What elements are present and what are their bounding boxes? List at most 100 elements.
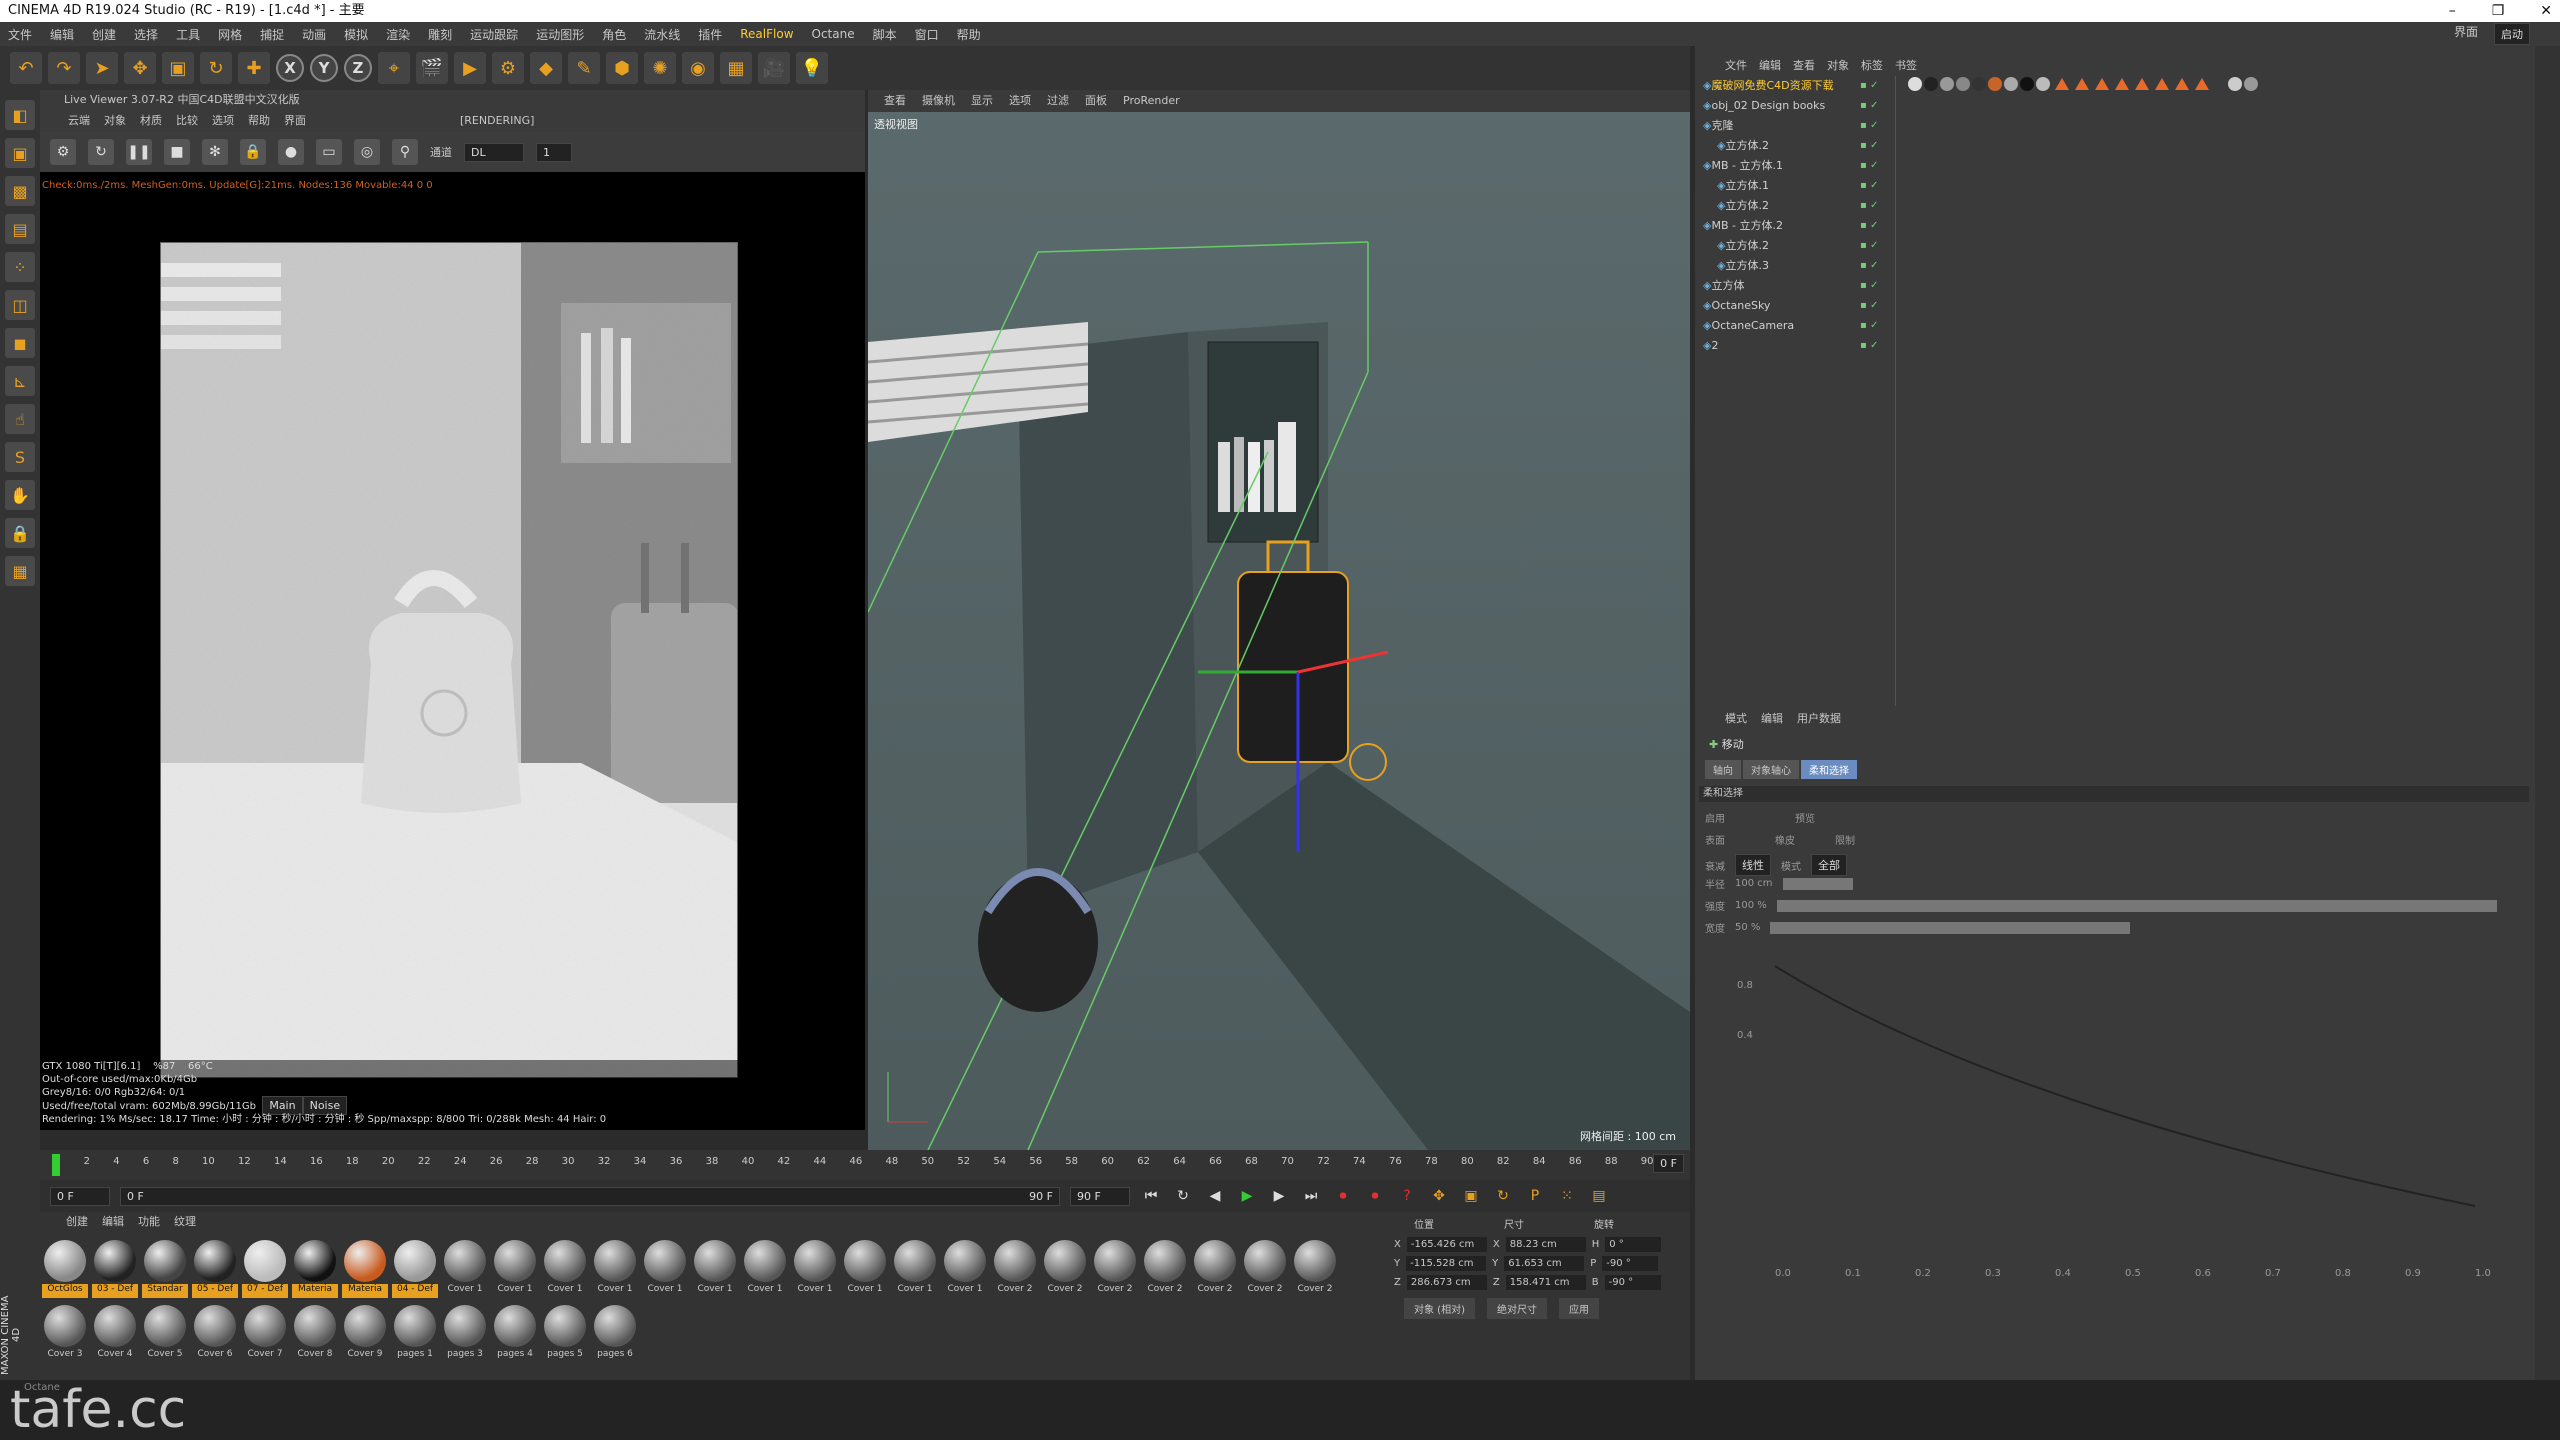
material-swatch[interactable]: Cover 2 [1242,1240,1288,1302]
visibility-toggle-icon[interactable]: ▪ ✓ [1860,276,1878,296]
lv-menu-compare[interactable]: 比较 [176,110,198,132]
autokey-icon[interactable]: ⏺ [1364,1185,1386,1207]
vp-menu-options[interactable]: 选项 [1009,90,1031,112]
material-swatch[interactable]: Cover 1 [642,1240,688,1302]
tweak-mode-icon[interactable]: ☝ [5,404,35,434]
material-swatch[interactable]: Materia [292,1240,338,1302]
material-swatch[interactable]: Cover 1 [942,1240,988,1302]
z-axis-icon[interactable]: Z [344,54,372,82]
timeline-ruler[interactable]: 0246810121416182022242628303234363840424… [40,1150,1690,1180]
object-name[interactable]: OctaneSky [1711,296,1770,316]
menu-animate[interactable]: 动画 [302,26,326,43]
material-swatch[interactable]: Cover 1 [542,1240,588,1302]
coordinate-system-icon[interactable]: ⌖ [378,52,410,84]
workplane-icon[interactable]: ▤ [5,214,35,244]
perspective-viewport[interactable]: 查看 摄像机 显示 选项 过滤 面板 ProRender 透视视图 网格间距:… [868,90,1690,1150]
object-row[interactable]: ◈ 克隆 ▪ ✓ [1695,116,2535,136]
close-button[interactable]: ✕ [2540,0,2552,22]
om-menu-file[interactable]: 文件 [1725,56,1747,76]
texture-mode-icon[interactable]: ▩ [5,176,35,206]
lv-menu-options[interactable]: 选项 [212,110,234,132]
sculpt-icon[interactable]: ✋ [5,480,35,510]
vp-menu-display[interactable]: 显示 [971,90,993,112]
key-parameter-icon[interactable]: P [1524,1185,1546,1207]
surface-checkbox[interactable]: 表面 [1705,832,1725,847]
mat-menu-function[interactable]: 功能 [138,1212,160,1232]
object-row[interactable]: ◈ OctaneCamera ▪ ✓ [1695,316,2535,336]
object-tree-divider[interactable] [1895,76,1896,706]
enable-checkbox[interactable]: 启用 [1705,810,1725,825]
menu-mesh[interactable]: 网格 [218,26,242,43]
material-swatch[interactable]: Cover 1 [742,1240,788,1302]
material-swatch[interactable]: pages 6 [592,1305,638,1367]
undo-icon[interactable]: ↶ [10,52,42,84]
key-rotation-icon[interactable]: ↻ [1492,1185,1514,1207]
material-swatch[interactable]: Cover 4 [92,1305,138,1367]
polygons-mode-icon[interactable]: ◼ [5,328,35,358]
object-name[interactable]: OctaneCamera [1711,316,1794,336]
size-z-field[interactable]: 158.471 cm [1505,1275,1586,1290]
material-swatch[interactable]: Cover 1 [792,1240,838,1302]
material-swatch[interactable]: 04 - Def [392,1240,438,1302]
width-value[interactable]: 50 % [1735,922,1760,933]
object-row[interactable]: ◈ 2 ▪ ✓ [1695,336,2535,356]
pause-icon[interactable]: ❚❚ [126,139,152,165]
material-swatch[interactable]: 07 - Def [242,1240,288,1302]
material-swatch[interactable]: Materia [342,1240,388,1302]
rotation-b-field[interactable]: -90 ° [1604,1275,1661,1290]
channel-select[interactable]: DL [464,142,524,162]
strength-value[interactable]: 100 % [1735,900,1767,911]
menu-sculpt[interactable]: 雕刻 [428,26,452,43]
light-icon[interactable]: 💡 [796,52,828,84]
move-icon[interactable]: ✥ [124,52,156,84]
region-render-icon[interactable]: ▭ [316,139,342,165]
axis-mode-icon[interactable]: ⊾ [5,366,35,396]
material-swatch[interactable]: 05 - Def [192,1240,238,1302]
size-x-field[interactable]: 88.23 cm [1505,1237,1586,1252]
menu-plugins[interactable]: 插件 [698,26,722,43]
menu-script[interactable]: 脚本 [873,26,897,43]
menu-character[interactable]: 角色 [602,26,626,43]
mode-select[interactable]: 全部 [1811,854,1847,876]
object-name[interactable]: 立方体.2 [1725,236,1769,256]
material-swatch[interactable]: pages 1 [392,1305,438,1367]
add-icon[interactable]: ✚ [238,52,270,84]
edges-mode-icon[interactable]: ◫ [5,290,35,320]
menu-pipeline[interactable]: 流水线 [644,26,680,43]
om-menu-objects[interactable]: 对象 [1827,56,1849,76]
vp-menu-panel[interactable]: 面板 [1085,90,1107,112]
visibility-toggle-icon[interactable]: ▪ ✓ [1860,316,1878,336]
snap-icon[interactable]: S [5,442,35,472]
width-slider[interactable] [1770,921,2131,934]
menu-octane[interactable]: Octane [812,27,855,41]
radius-slider[interactable] [1782,877,1853,890]
material-swatch[interactable]: Cover 1 [592,1240,638,1302]
material-swatch[interactable]: Cover 3 [42,1305,88,1367]
visibility-toggle-icon[interactable]: ▪ ✓ [1860,176,1878,196]
am-menu-userdata[interactable]: 用户数据 [1797,710,1841,728]
go-to-end-icon[interactable]: ⏭ [1300,1185,1322,1207]
gear-icon[interactable]: ✻ [202,139,228,165]
object-name[interactable]: 立方体.2 [1725,136,1769,156]
object-row[interactable]: ◈ 立方体.2 ▪ ✓ [1695,136,2535,156]
object-row[interactable]: ◈ MB - 立方体.1 ▪ ✓ [1695,156,2535,176]
visibility-toggle-icon[interactable]: ▪ ✓ [1860,196,1878,216]
menu-mograph[interactable]: 运动图形 [536,26,584,43]
tab-object-axis[interactable]: 对象轴心 [1743,760,1799,779]
object-name[interactable]: 2 [1711,336,1718,356]
visibility-toggle-icon[interactable]: ▪ ✓ [1860,296,1878,316]
mat-menu-texture[interactable]: 纹理 [174,1212,196,1232]
material-swatch[interactable]: pages 3 [442,1305,488,1367]
key-pla-icon[interactable]: ⁙ [1556,1185,1578,1207]
object-name[interactable]: 立方体 [1711,276,1744,296]
object-row[interactable]: ◈ 立方体.2 ▪ ✓ [1695,236,2535,256]
object-row[interactable]: ◈ 立方体.1 ▪ ✓ [1695,176,2535,196]
cube-icon[interactable]: ◆ [530,52,562,84]
material-swatch[interactable]: Cover 2 [1092,1240,1138,1302]
lv-menu-cloud[interactable]: 云端 [68,110,90,132]
object-name[interactable]: 魔破网免费C4D资源下载 [1711,76,1833,96]
visibility-toggle-icon[interactable]: ▪ ✓ [1860,336,1878,356]
channel-number[interactable]: 1 [536,142,572,162]
om-menu-bookmarks[interactable]: 书签 [1895,56,1917,76]
rotation-h-field[interactable]: 0 ° [1605,1237,1662,1252]
